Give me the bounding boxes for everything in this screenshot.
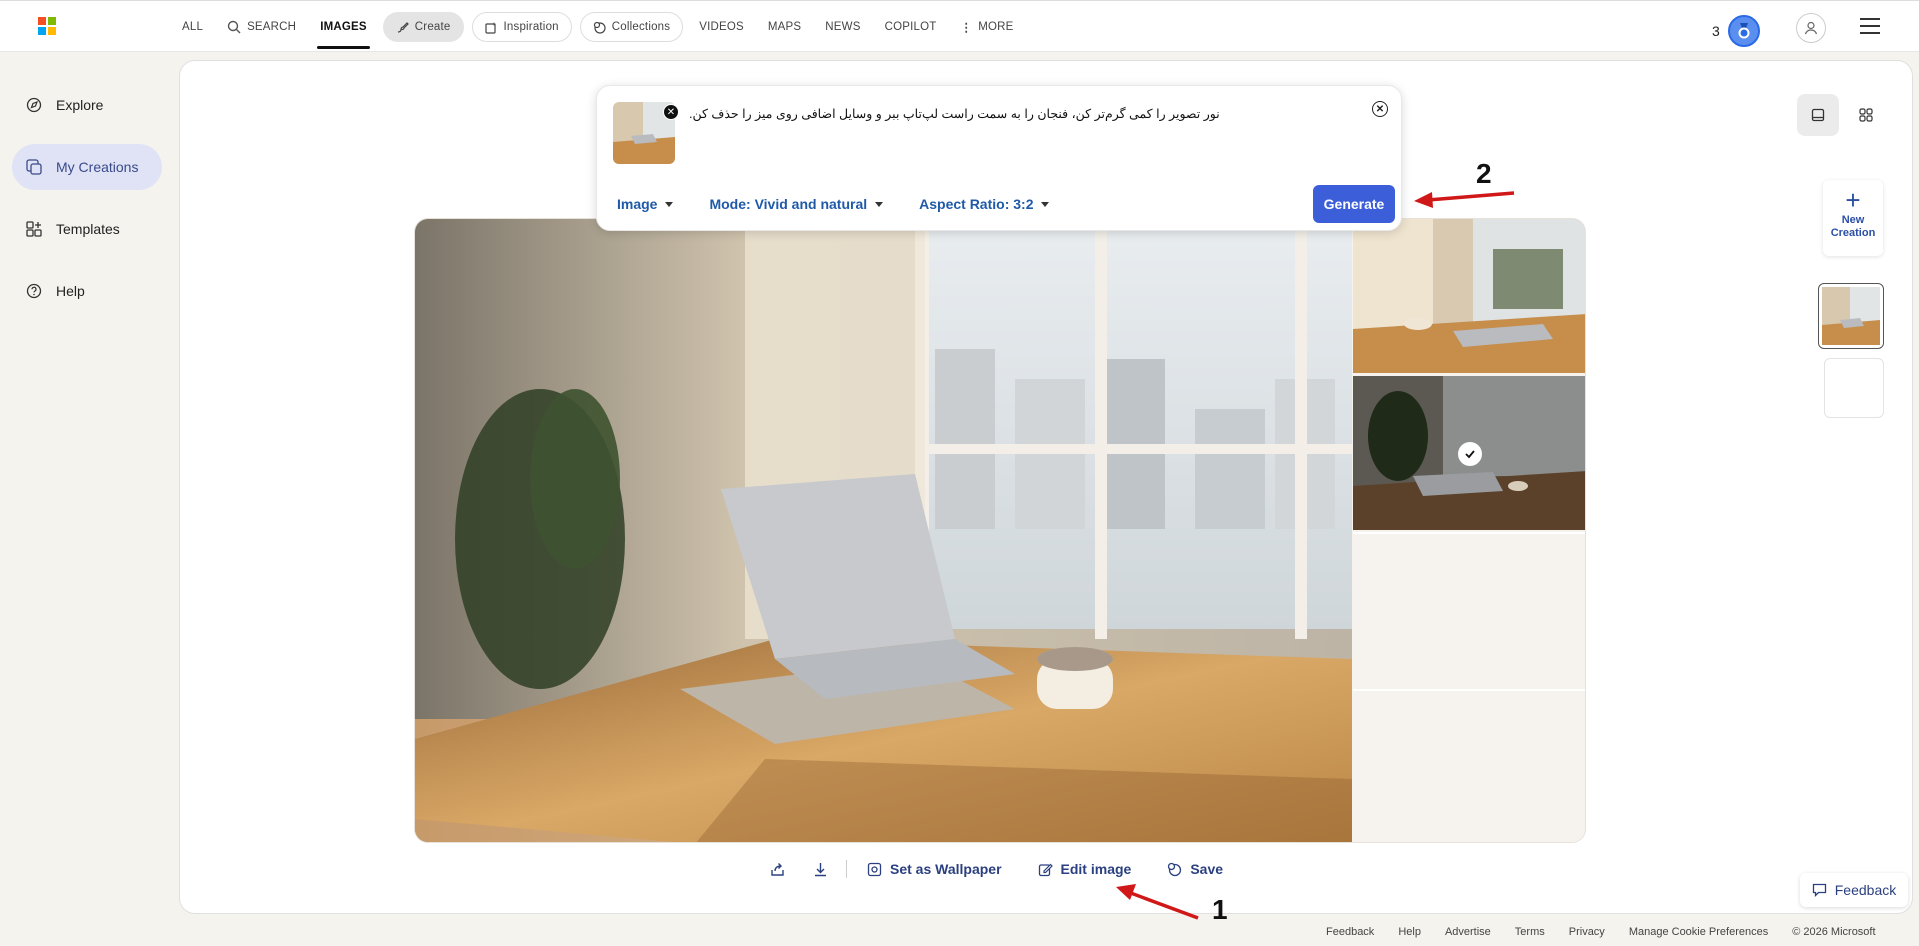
feedback-button[interactable]: Feedback bbox=[1800, 873, 1908, 907]
annotation-label-1: 1 bbox=[1212, 894, 1228, 925]
footer-link-privacy[interactable]: Privacy bbox=[1569, 926, 1605, 938]
footer-link-help[interactable]: Help bbox=[1398, 926, 1421, 938]
arrow-1 bbox=[1116, 884, 1199, 920]
annotation-label-2: 2 bbox=[1476, 158, 1492, 189]
footer-link-cookie-preferences[interactable]: Manage Cookie Preferences bbox=[1629, 926, 1768, 938]
footer-link-terms[interactable]: Terms bbox=[1515, 926, 1545, 938]
annotation-arrows bbox=[1116, 191, 1515, 920]
arrow-2 bbox=[1414, 191, 1515, 208]
feedback-icon bbox=[1812, 883, 1827, 897]
footer: Feedback Help Advertise Terms Privacy Ma… bbox=[1326, 926, 1876, 938]
footer-copyright: © 2026 Microsoft bbox=[1792, 926, 1876, 938]
footer-link-feedback[interactable]: Feedback bbox=[1326, 926, 1374, 938]
footer-link-advertise[interactable]: Advertise bbox=[1445, 926, 1491, 938]
feedback-label: Feedback bbox=[1834, 882, 1897, 898]
